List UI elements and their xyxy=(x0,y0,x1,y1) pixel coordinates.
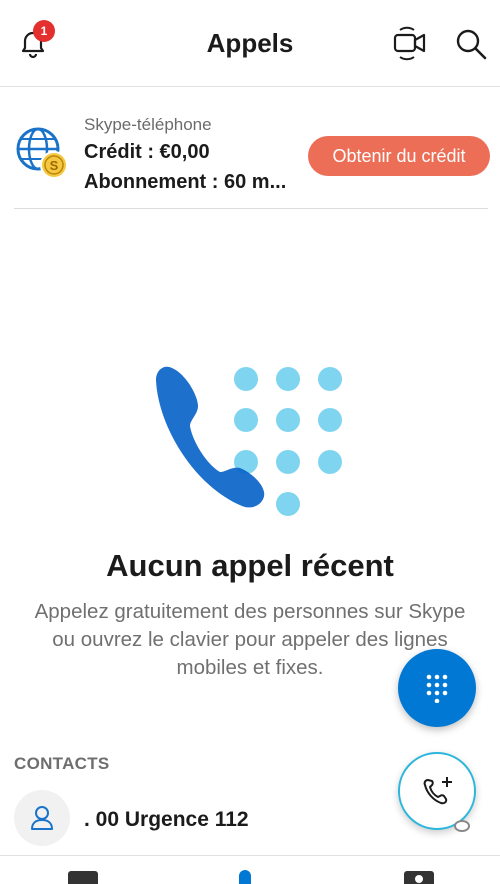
empty-state-title: Aucun appel récent xyxy=(106,548,394,583)
phone-plus-icon xyxy=(423,777,452,805)
subscription-label: Abonnement : 60 m... xyxy=(84,171,287,193)
avatar xyxy=(14,790,70,846)
app-header: 1 Appels xyxy=(0,0,500,87)
globe-coin-icon: S xyxy=(16,127,68,179)
skype-credit-card[interactable]: S Skype-téléphone Crédit : €0,00 Abonnem… xyxy=(14,87,490,209)
contacts-section-header: CONTACTS xyxy=(14,754,110,773)
person-icon xyxy=(31,806,53,830)
video-call-icon[interactable] xyxy=(390,26,430,62)
dialpad-icon xyxy=(426,674,448,703)
get-credit-button[interactable]: Obtenir du crédit xyxy=(308,136,490,176)
drag-handle[interactable] xyxy=(454,820,470,832)
contact-name: . 00 Urgence 112 xyxy=(84,808,249,831)
credit-service-label: Skype-téléphone xyxy=(84,115,212,134)
calls-icon[interactable] xyxy=(239,870,251,884)
dialpad-button[interactable] xyxy=(398,649,476,727)
chat-icon[interactable] xyxy=(68,871,98,884)
search-icon[interactable] xyxy=(453,26,489,62)
new-call-button[interactable] xyxy=(398,752,476,830)
contacts-icon[interactable] xyxy=(404,871,434,884)
bottom-navigation xyxy=(0,855,500,884)
svg-text:S: S xyxy=(50,158,59,173)
credit-balance: Crédit : €0,00 xyxy=(84,141,210,163)
dialpad-phone-illustration xyxy=(156,366,342,516)
